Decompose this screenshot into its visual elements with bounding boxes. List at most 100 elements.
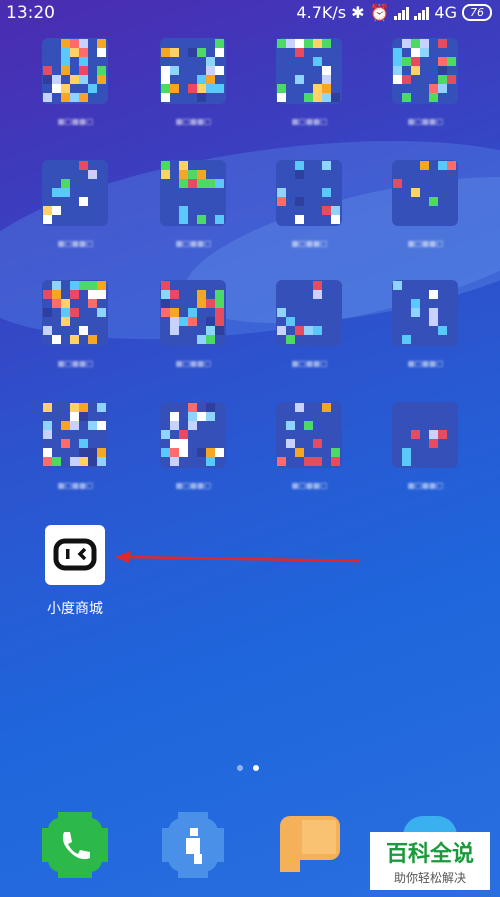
blurred-app-label: ▪▫▪▪▫ [291, 356, 328, 370]
blurred-app-icon[interactable] [42, 38, 108, 104]
mosaic-pixel [70, 403, 79, 412]
mosaic-pixel [295, 197, 304, 206]
mosaic-pixel [206, 317, 215, 326]
mosaic-pixel [206, 84, 215, 93]
page-dot[interactable] [237, 765, 243, 771]
mosaic-pixel [161, 281, 170, 290]
mosaic-pixel [43, 215, 52, 224]
blurred-app-icon[interactable] [42, 402, 108, 468]
mosaic-pixel [61, 439, 70, 448]
mosaic-pixel [88, 84, 97, 93]
mosaic-pixel [79, 39, 88, 48]
mosaic-pixel [295, 326, 304, 335]
blurred-app-icon[interactable] [42, 280, 108, 346]
mosaic-pixel [161, 299, 170, 308]
blurred-app-icon[interactable] [392, 38, 458, 104]
blurred-app-label: ▪▫▪▪▫ [175, 356, 212, 370]
mosaic-pixel [79, 439, 88, 448]
mosaic-pixel [206, 75, 215, 84]
mosaic-pixel [197, 93, 206, 102]
mosaic-pixel [79, 57, 88, 66]
blurred-app-label: ▪▫▪▪▫ [407, 114, 444, 128]
mosaic-pixel [61, 66, 70, 75]
contacts-app-icon[interactable] [158, 810, 228, 880]
mosaic-pixel [313, 290, 322, 299]
mosaic-pixel [70, 421, 79, 430]
mosaic-pixel [61, 84, 70, 93]
blurred-app-icon[interactable] [392, 280, 458, 346]
blurred-app-icon[interactable] [392, 160, 458, 226]
blurred-app-icon[interactable] [392, 402, 458, 468]
phone-app-icon[interactable] [40, 810, 110, 880]
app-icon-xiaodu-mall[interactable] [45, 525, 105, 585]
mosaic-pixel [215, 326, 224, 335]
mosaic-pixel [161, 430, 170, 439]
mosaic-pixel [438, 39, 447, 48]
mosaic-pixel [179, 448, 188, 457]
mosaic-pixel [402, 457, 411, 466]
mosaic-pixel [277, 197, 286, 206]
mosaic-pixel [97, 457, 106, 466]
mosaic-pixel [170, 317, 179, 326]
mosaic-pixel [188, 84, 197, 93]
mosaic-pixel [61, 179, 70, 188]
mosaic-pixel [43, 66, 52, 75]
mosaic-pixel [206, 403, 215, 412]
mosaic-pixel [170, 439, 179, 448]
mosaic-pixel [70, 308, 79, 317]
mosaic-pixel [313, 439, 322, 448]
mosaic-pixel [97, 421, 106, 430]
mosaic-pixel [52, 335, 61, 344]
mosaic-pixel [70, 75, 79, 84]
mosaic-pixel [438, 161, 447, 170]
mosaic-pixel [188, 308, 197, 317]
mosaic-pixel [215, 448, 224, 457]
mosaic-pixel [188, 412, 197, 421]
mosaic-pixel [420, 39, 429, 48]
mosaic-pixel [322, 75, 331, 84]
mosaic-pixel [52, 281, 61, 290]
mosaic-pixel [206, 299, 215, 308]
mosaic-pixel [79, 75, 88, 84]
blurred-app-icon[interactable] [276, 280, 342, 346]
blurred-app-icon[interactable] [276, 402, 342, 468]
mosaic-pixel [179, 439, 188, 448]
mosaic-pixel [79, 457, 88, 466]
mosaic-pixel [179, 206, 188, 215]
mosaic-pixel [170, 66, 179, 75]
mosaic-pixel [402, 448, 411, 457]
mosaic-pixel [420, 161, 429, 170]
blurred-app-icon[interactable] [42, 160, 108, 226]
mosaic-pixel [322, 161, 331, 170]
mosaic-pixel [215, 66, 224, 75]
blurred-app-icon[interactable] [276, 160, 342, 226]
blurred-app-icon[interactable] [160, 38, 226, 104]
mosaic-pixel [286, 39, 295, 48]
mosaic-pixel [322, 39, 331, 48]
app-label-xiaodu-mall: 小度商城 [47, 601, 103, 617]
messages-app-icon[interactable] [276, 810, 346, 880]
mosaic-pixel [170, 48, 179, 57]
mosaic-pixel [70, 281, 79, 290]
mosaic-pixel [277, 93, 286, 102]
mosaic-pixel [97, 66, 106, 75]
mosaic-pixel [206, 57, 215, 66]
blurred-app-icon[interactable] [160, 160, 226, 226]
mosaic-pixel [304, 93, 313, 102]
mosaic-pixel [52, 206, 61, 215]
mosaic-pixel [402, 75, 411, 84]
mosaic-pixel [402, 335, 411, 344]
mosaic-pixel [411, 39, 420, 48]
blurred-app-icon[interactable] [276, 38, 342, 104]
mosaic-pixel [61, 421, 70, 430]
mosaic-pixel [295, 403, 304, 412]
mosaic-pixel [429, 430, 438, 439]
mosaic-pixel [43, 290, 52, 299]
blurred-app-icon[interactable] [160, 280, 226, 346]
mosaic-pixel [52, 84, 61, 93]
mosaic-pixel [447, 75, 456, 84]
mosaic-pixel [70, 39, 79, 48]
page-dot-active[interactable] [253, 765, 259, 771]
blurred-app-icon[interactable] [160, 402, 226, 468]
mosaic-pixel [188, 170, 197, 179]
